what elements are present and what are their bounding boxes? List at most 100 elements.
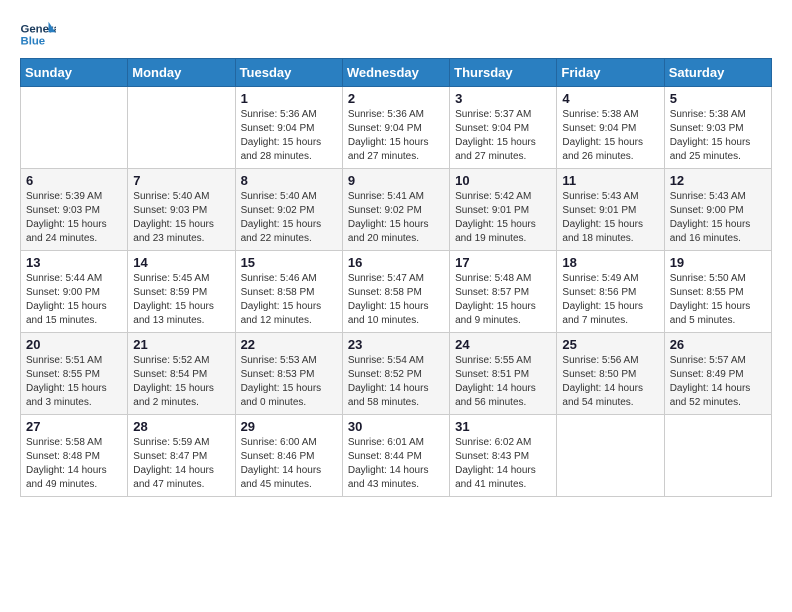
weekday-header-tuesday: Tuesday	[235, 59, 342, 87]
day-number: 23	[348, 337, 444, 352]
day-info: Sunrise: 5:56 AM Sunset: 8:50 PM Dayligh…	[562, 354, 658, 410]
day-info: Sunrise: 5:43 AM Sunset: 9:00 PM Dayligh…	[670, 190, 766, 246]
day-cell: 16 Sunrise: 5:47 AM Sunset: 8:58 PM Dayli…	[342, 251, 449, 333]
day-number: 22	[241, 337, 337, 352]
day-number: 4	[562, 91, 658, 106]
day-info: Sunrise: 6:00 AM Sunset: 8:46 PM Dayligh…	[241, 436, 337, 492]
day-cell: 29Sunrise: 6:00 AM Sunset: 8:46 PM Dayli…	[235, 415, 342, 497]
day-info: Sunrise: 5:36 AM Sunset: 9:04 PM Dayligh…	[241, 108, 337, 164]
week-row-2: 6 Sunrise: 5:39 AM Sunset: 9:03 PM Daylig…	[21, 169, 772, 251]
day-info: Sunrise: 5:50 AM Sunset: 8:55 PM Dayligh…	[670, 272, 766, 328]
calendar: SundayMondayTuesdayWednesdayThursdayFrid…	[20, 58, 772, 497]
day-info: Sunrise: 5:53 AM Sunset: 8:53 PM Dayligh…	[241, 354, 337, 410]
day-info: Sunrise: 6:01 AM Sunset: 8:44 PM Dayligh…	[348, 436, 444, 492]
day-info: Sunrise: 5:38 AM Sunset: 9:03 PM Dayligh…	[670, 108, 766, 164]
day-cell: 26 Sunrise: 5:57 AM Sunset: 8:49 PM Dayli…	[664, 333, 771, 415]
day-cell: 15Sunrise: 5:46 AM Sunset: 8:58 PM Dayli…	[235, 251, 342, 333]
day-number: 26	[670, 337, 766, 352]
day-number: 20	[26, 337, 122, 352]
week-row-5: 27Sunrise: 5:58 AM Sunset: 8:48 PM Dayli…	[21, 415, 772, 497]
day-cell: 2 Sunrise: 5:36 AM Sunset: 9:04 PM Daylig…	[342, 87, 449, 169]
day-info: Sunrise: 5:54 AM Sunset: 8:52 PM Dayligh…	[348, 354, 444, 410]
day-info: Sunrise: 5:58 AM Sunset: 8:48 PM Dayligh…	[26, 436, 122, 492]
day-cell	[128, 87, 235, 169]
day-cell: 18Sunrise: 5:49 AM Sunset: 8:56 PM Dayli…	[557, 251, 664, 333]
day-info: Sunrise: 5:43 AM Sunset: 9:01 PM Dayligh…	[562, 190, 658, 246]
day-cell: 30 Sunrise: 6:01 AM Sunset: 8:44 PM Dayli…	[342, 415, 449, 497]
day-info: Sunrise: 5:44 AM Sunset: 9:00 PM Dayligh…	[26, 272, 122, 328]
day-number: 6	[26, 173, 122, 188]
weekday-header-monday: Monday	[128, 59, 235, 87]
day-info: Sunrise: 5:52 AM Sunset: 8:54 PM Dayligh…	[133, 354, 229, 410]
day-number: 12	[670, 173, 766, 188]
day-cell: 27Sunrise: 5:58 AM Sunset: 8:48 PM Dayli…	[21, 415, 128, 497]
day-cell: 20 Sunrise: 5:51 AM Sunset: 8:55 PM Dayli…	[21, 333, 128, 415]
day-number: 11	[562, 173, 658, 188]
day-info: Sunrise: 5:39 AM Sunset: 9:03 PM Dayligh…	[26, 190, 122, 246]
day-number: 19	[670, 255, 766, 270]
logo: General Blue	[20, 20, 56, 48]
day-cell	[557, 415, 664, 497]
day-cell: 23 Sunrise: 5:54 AM Sunset: 8:52 PM Dayli…	[342, 333, 449, 415]
day-cell: 12 Sunrise: 5:43 AM Sunset: 9:00 PM Dayli…	[664, 169, 771, 251]
weekday-header-friday: Friday	[557, 59, 664, 87]
day-cell: 6 Sunrise: 5:39 AM Sunset: 9:03 PM Daylig…	[21, 169, 128, 251]
day-cell: 14 Sunrise: 5:45 AM Sunset: 8:59 PM Dayli…	[128, 251, 235, 333]
day-number: 8	[241, 173, 337, 188]
day-cell: 5 Sunrise: 5:38 AM Sunset: 9:03 PM Daylig…	[664, 87, 771, 169]
day-number: 25	[562, 337, 658, 352]
day-number: 5	[670, 91, 766, 106]
day-number: 1	[241, 91, 337, 106]
day-cell: 3 Sunrise: 5:37 AM Sunset: 9:04 PM Daylig…	[450, 87, 557, 169]
day-info: Sunrise: 5:40 AM Sunset: 9:02 PM Dayligh…	[241, 190, 337, 246]
day-info: Sunrise: 5:51 AM Sunset: 8:55 PM Dayligh…	[26, 354, 122, 410]
day-cell: 10Sunrise: 5:42 AM Sunset: 9:01 PM Dayli…	[450, 169, 557, 251]
day-number: 24	[455, 337, 551, 352]
weekday-header-saturday: Saturday	[664, 59, 771, 87]
weekday-header-wednesday: Wednesday	[342, 59, 449, 87]
day-number: 2	[348, 91, 444, 106]
day-cell: 1 Sunrise: 5:36 AM Sunset: 9:04 PM Daylig…	[235, 87, 342, 169]
day-number: 7	[133, 173, 229, 188]
week-row-4: 20 Sunrise: 5:51 AM Sunset: 8:55 PM Dayli…	[21, 333, 772, 415]
day-cell: 25 Sunrise: 5:56 AM Sunset: 8:50 PM Dayli…	[557, 333, 664, 415]
day-info: Sunrise: 5:48 AM Sunset: 8:57 PM Dayligh…	[455, 272, 551, 328]
day-info: Sunrise: 5:57 AM Sunset: 8:49 PM Dayligh…	[670, 354, 766, 410]
svg-text:Blue: Blue	[21, 36, 46, 48]
day-cell: 19 Sunrise: 5:50 AM Sunset: 8:55 PM Dayli…	[664, 251, 771, 333]
day-info: Sunrise: 5:38 AM Sunset: 9:04 PM Dayligh…	[562, 108, 658, 164]
weekday-header-sunday: Sunday	[21, 59, 128, 87]
day-info: Sunrise: 5:47 AM Sunset: 8:58 PM Dayligh…	[348, 272, 444, 328]
day-info: Sunrise: 5:37 AM Sunset: 9:04 PM Dayligh…	[455, 108, 551, 164]
day-info: Sunrise: 5:42 AM Sunset: 9:01 PM Dayligh…	[455, 190, 551, 246]
day-number: 16	[348, 255, 444, 270]
day-number: 14	[133, 255, 229, 270]
day-info: Sunrise: 6:02 AM Sunset: 8:43 PM Dayligh…	[455, 436, 551, 492]
day-cell: 8 Sunrise: 5:40 AM Sunset: 9:02 PM Daylig…	[235, 169, 342, 251]
day-number: 15	[241, 255, 337, 270]
day-info: Sunrise: 5:40 AM Sunset: 9:03 PM Dayligh…	[133, 190, 229, 246]
header: General Blue	[20, 20, 772, 48]
weekday-header-thursday: Thursday	[450, 59, 557, 87]
week-row-1: 1 Sunrise: 5:36 AM Sunset: 9:04 PM Daylig…	[21, 87, 772, 169]
day-number: 17	[455, 255, 551, 270]
day-cell: 9 Sunrise: 5:41 AM Sunset: 9:02 PM Daylig…	[342, 169, 449, 251]
day-number: 9	[348, 173, 444, 188]
day-cell: 11 Sunrise: 5:43 AM Sunset: 9:01 PM Dayli…	[557, 169, 664, 251]
day-info: Sunrise: 5:41 AM Sunset: 9:02 PM Dayligh…	[348, 190, 444, 246]
day-info: Sunrise: 5:36 AM Sunset: 9:04 PM Dayligh…	[348, 108, 444, 164]
day-number: 3	[455, 91, 551, 106]
day-info: Sunrise: 5:55 AM Sunset: 8:51 PM Dayligh…	[455, 354, 551, 410]
day-cell: 13 Sunrise: 5:44 AM Sunset: 9:00 PM Dayli…	[21, 251, 128, 333]
day-cell: 31 Sunrise: 6:02 AM Sunset: 8:43 PM Dayli…	[450, 415, 557, 497]
day-info: Sunrise: 5:59 AM Sunset: 8:47 PM Dayligh…	[133, 436, 229, 492]
day-number: 13	[26, 255, 122, 270]
day-cell: 24 Sunrise: 5:55 AM Sunset: 8:51 PM Dayli…	[450, 333, 557, 415]
day-cell: 7 Sunrise: 5:40 AM Sunset: 9:03 PM Daylig…	[128, 169, 235, 251]
day-info: Sunrise: 5:45 AM Sunset: 8:59 PM Dayligh…	[133, 272, 229, 328]
day-info: Sunrise: 5:49 AM Sunset: 8:56 PM Dayligh…	[562, 272, 658, 328]
day-number: 21	[133, 337, 229, 352]
week-row-3: 13 Sunrise: 5:44 AM Sunset: 9:00 PM Dayli…	[21, 251, 772, 333]
day-number: 30	[348, 419, 444, 434]
day-number: 31	[455, 419, 551, 434]
